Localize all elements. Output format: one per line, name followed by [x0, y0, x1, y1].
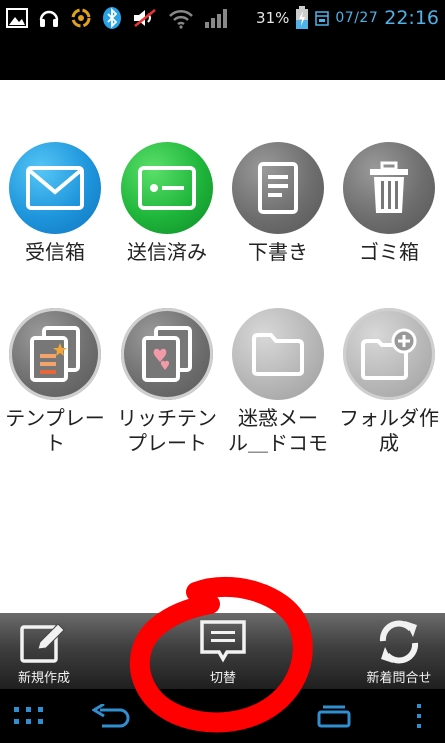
- header-strip: [0, 36, 445, 80]
- wifi-icon: [168, 7, 194, 29]
- overflow-menu-button[interactable]: [394, 699, 444, 733]
- signal-icon: [204, 7, 228, 29]
- switch-button[interactable]: 切替: [168, 613, 278, 689]
- mail-icon: [9, 142, 101, 234]
- back-button[interactable]: [86, 699, 136, 733]
- recent-apps-button[interactable]: [309, 699, 359, 733]
- system-nav-bar: [0, 689, 445, 743]
- folder-label: 迷惑メー ル＿ドコモ: [228, 406, 328, 455]
- folder-icon: [232, 308, 324, 400]
- folder-label: リッチテン プレート: [117, 406, 217, 455]
- status-bar: 31% 07/27 22:16: [0, 0, 445, 36]
- home-icon: [203, 704, 243, 728]
- battery-percent: 31%: [256, 9, 290, 27]
- folder-rich-template[interactable]: リッチテン プレート: [111, 308, 223, 456]
- folder-label: 送信済み: [127, 240, 207, 264]
- folder-label: フォルダ作 成: [339, 406, 439, 455]
- folder-label: 下書き: [248, 240, 308, 264]
- folder-label: ゴミ箱: [359, 240, 419, 264]
- rich-template-icon: [121, 308, 213, 400]
- folder-template[interactable]: テンプレー ト: [0, 308, 111, 456]
- action-bar: 新規作成 切替 新着問合せ: [0, 613, 445, 689]
- home-button[interactable]: [198, 699, 248, 733]
- calendar-icon: [315, 10, 330, 26]
- folder-inbox[interactable]: 受信箱: [0, 142, 111, 265]
- menu-grid-icon: [14, 707, 44, 725]
- folder-create[interactable]: フォルダ作 成: [333, 308, 445, 456]
- recent-apps-icon: [315, 704, 353, 728]
- trash-icon: [343, 142, 435, 234]
- template-icon: [9, 308, 101, 400]
- folder-trash[interactable]: ゴミ箱: [333, 142, 445, 265]
- add-folder-icon: [343, 308, 435, 400]
- sync-icon: [70, 7, 92, 29]
- headphones-icon: [38, 7, 60, 29]
- compose-button[interactable]: 新規作成: [0, 613, 99, 689]
- overflow-menu-icon: [415, 704, 423, 728]
- check-new-button[interactable]: 新着問合せ: [344, 613, 445, 689]
- status-date: 07/27: [335, 10, 379, 26]
- folder-drafts[interactable]: 下書き: [222, 142, 334, 265]
- folder-label: 受信箱: [25, 240, 85, 264]
- back-icon: [91, 702, 130, 728]
- folder-label: テンプレー ト: [5, 406, 105, 455]
- mute-icon: [132, 7, 158, 29]
- draft-icon: [232, 142, 324, 234]
- refresh-icon: [375, 619, 423, 665]
- bluetooth-icon: [102, 6, 122, 30]
- battery-charging-icon: [295, 6, 309, 30]
- folder-sent[interactable]: 送信済み: [111, 142, 223, 265]
- message-icon: [199, 619, 247, 665]
- sent-icon: [121, 142, 213, 234]
- picture-icon: [6, 8, 28, 28]
- compose-icon: [20, 619, 68, 665]
- status-time: 22:16: [384, 7, 439, 29]
- compose-label: 新規作成: [17, 671, 70, 686]
- folder-spam-docomo[interactable]: 迷惑メー ル＿ドコモ: [222, 308, 334, 456]
- check-new-label: 新着問合せ: [366, 671, 432, 686]
- menu-grid-button[interactable]: [4, 699, 54, 733]
- switch-label: 切替: [209, 671, 236, 686]
